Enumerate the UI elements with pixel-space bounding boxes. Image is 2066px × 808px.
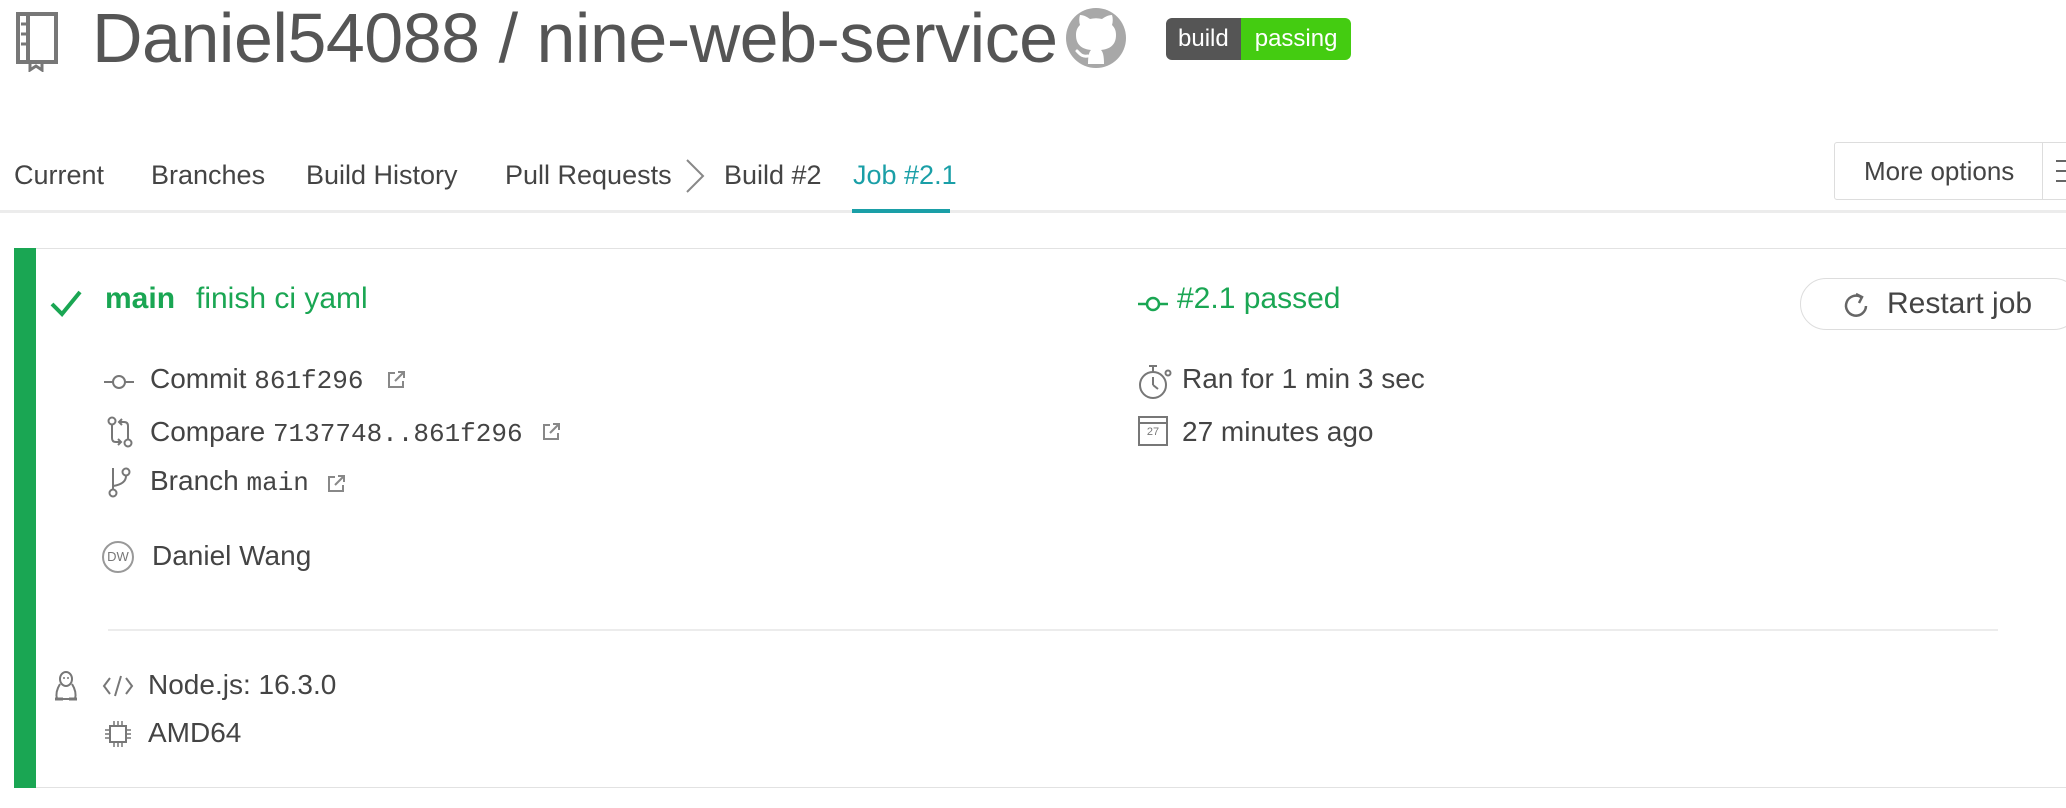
tab-pull-requests[interactable]: Pull Requests: [505, 160, 672, 191]
title-separator: /: [498, 0, 518, 77]
passed-check-icon: [50, 290, 82, 317]
repository-name-link[interactable]: nine-web-service: [536, 0, 1058, 77]
tab-build[interactable]: Build #2: [724, 160, 822, 191]
build-status-badge[interactable]: build passing: [1166, 18, 1352, 60]
repository-title: Daniel54088 / nine-web-service: [92, 0, 1058, 78]
branch-row: Branch main: [150, 465, 309, 498]
linux-icon: [55, 671, 77, 701]
commit-label: Commit: [150, 363, 247, 394]
restart-icon: [1844, 292, 1868, 317]
more-options-label: More options: [1864, 156, 2015, 186]
commit-message: finish ci yaml: [196, 282, 368, 315]
breadcrumb-chevron-icon: [686, 159, 705, 193]
branch-value-link[interactable]: main: [247, 468, 309, 498]
architecture: AMD64: [148, 717, 242, 748]
tab-job-active[interactable]: Job #2.1: [853, 160, 957, 191]
commit-sha-link[interactable]: 861f296: [254, 366, 363, 396]
compare-label: Compare: [150, 416, 266, 447]
active-tab-indicator: [852, 209, 950, 213]
cpu-icon: [105, 721, 131, 747]
branch-label: Branch: [150, 465, 239, 496]
external-link-icon[interactable]: [386, 370, 406, 390]
badge-status: passing: [1240, 18, 1352, 60]
code-icon: [102, 675, 134, 697]
badge-label: build: [1166, 18, 1241, 60]
repository-icon: [16, 12, 58, 72]
tab-build-history[interactable]: Build History: [306, 160, 458, 191]
external-link-icon[interactable]: [326, 474, 346, 494]
commit-icon: [104, 375, 134, 389]
tab-current[interactable]: Current: [14, 160, 104, 191]
calendar-icon: 27: [1138, 416, 1168, 446]
compare-icon: [107, 416, 133, 448]
stopwatch-icon: [1139, 365, 1172, 399]
job-finished-time: 27 minutes ago: [1182, 416, 1374, 447]
restart-job-button[interactable]: Restart job: [1800, 278, 2066, 330]
more-options-separator: [2042, 142, 2043, 200]
calendar-day: 27: [1146, 426, 1160, 438]
tabs-divider: [0, 210, 2066, 213]
compare-row: Compare 7137748..861f296: [150, 416, 523, 449]
job-card: [14, 248, 2066, 788]
job-branch-link[interactable]: main: [105, 282, 175, 316]
commit-row: Commit 861f296: [150, 363, 363, 396]
repository-owner-link[interactable]: Daniel54088: [92, 0, 480, 77]
tab-branches[interactable]: Branches: [151, 160, 265, 191]
compare-range-link[interactable]: 7137748..861f296: [273, 419, 523, 449]
language-version: Node.js: 16.3.0: [148, 669, 337, 700]
job-status-stripe: [14, 248, 36, 788]
external-link-icon[interactable]: [541, 422, 561, 442]
section-divider: [108, 629, 1998, 631]
job-duration: Ran for 1 min 3 sec: [1182, 363, 1425, 394]
author-name: Daniel Wang: [152, 540, 312, 571]
github-icon[interactable]: [1064, 6, 1128, 70]
more-options-button[interactable]: More options: [1834, 142, 2066, 200]
commit-node-icon: [1138, 296, 1168, 312]
branch-icon: [108, 467, 131, 498]
restart-job-label: Restart job: [1887, 287, 2033, 320]
menu-icon[interactable]: [2056, 158, 2066, 184]
job-status-text: #2.1 passed: [1177, 282, 1341, 315]
author-avatar: DW: [102, 541, 134, 573]
